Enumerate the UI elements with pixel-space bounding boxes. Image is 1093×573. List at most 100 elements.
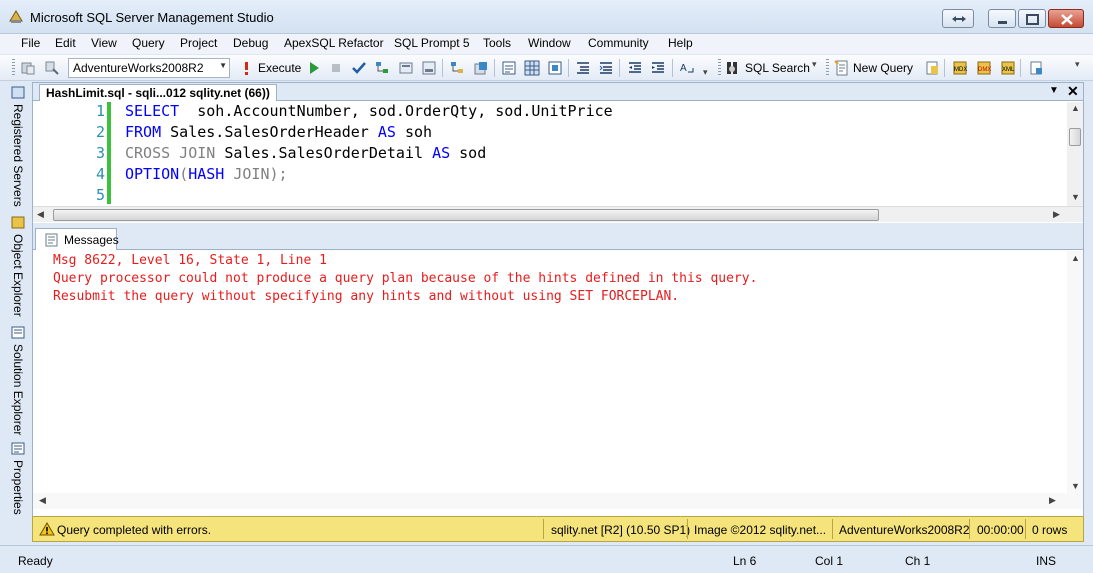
close-icon[interactable]: ✕ [1067, 83, 1079, 100]
results-to-text-icon[interactable] [501, 60, 517, 76]
sidebar-tab-properties[interactable]: Properties [8, 440, 30, 522]
connect-icon[interactable] [20, 60, 36, 76]
debug-play-icon[interactable] [306, 60, 322, 76]
analysis-services-xmla-icon[interactable]: XML [1000, 60, 1016, 76]
database-engine-query-icon[interactable] [924, 60, 940, 76]
scroll-down-icon[interactable]: ▼ [1071, 192, 1080, 202]
query-options-icon[interactable] [398, 60, 414, 76]
menu-window[interactable]: Window [528, 36, 571, 50]
menu-query[interactable]: Query [132, 36, 165, 50]
sql-search-button[interactable]: SQL Search [745, 61, 810, 75]
display-estimated-plan-icon[interactable] [374, 60, 390, 76]
code-token: soh [395, 123, 433, 141]
menu-file[interactable]: File [21, 36, 40, 50]
code-token: soh.AccountNumber, sod.OrderQty, sod.Uni… [179, 102, 613, 120]
sidebar-tab-object-explorer[interactable]: Object Explorer [8, 214, 30, 324]
toolbar-overflow-icon[interactable]: ▾ [1075, 59, 1080, 70]
stop-icon[interactable] [328, 60, 344, 76]
toolbar-grip[interactable] [12, 59, 15, 77]
sidebar-tab-solution-explorer[interactable]: Solution Explorer [8, 324, 30, 442]
toolbar-grip[interactable] [826, 59, 829, 77]
menu-tools[interactable]: Tools [483, 36, 511, 50]
toolbar-overflow-icon[interactable]: ▾ [703, 67, 708, 78]
increase-indent-icon[interactable] [650, 60, 666, 76]
menu-apexsql-refactor[interactable]: ApexSQL Refactor [284, 36, 384, 50]
status-ready: Ready [18, 554, 53, 568]
menu-community[interactable]: Community [588, 36, 649, 50]
code-line: FROM Sales.SalesOrderHeader AS soh [125, 123, 432, 144]
messages-horizontal-scrollbar[interactable]: ◀ ▶ [33, 493, 1083, 509]
editor-horizontal-scrollbar[interactable]: ◀ ▶ [33, 206, 1083, 222]
sidebar-tab-label: Solution Explorer [11, 344, 25, 436]
menu-view[interactable]: View [91, 36, 117, 50]
toolbar-overflow-icon[interactable]: ▾ [812, 59, 817, 70]
scroll-right-icon[interactable]: ▶ [1053, 209, 1060, 220]
new-query-icon[interactable] [834, 60, 850, 76]
tab-messages[interactable]: Messages [35, 228, 119, 250]
status-divider [969, 519, 970, 539]
menu-project[interactable]: Project [180, 36, 217, 50]
tab-hashlimit-sql[interactable]: HashLimit.sql - sqli...012 sqlity.net (6… [39, 84, 277, 101]
minimize-button[interactable] [988, 9, 1016, 28]
solution-explorer-icon [11, 326, 25, 339]
decrease-indent-icon[interactable] [627, 60, 643, 76]
editor-horizontal-scroll-thumb[interactable] [53, 209, 879, 221]
tool-window-strip: Registered Servers Object Explorer Solut… [8, 84, 30, 522]
new-query-button[interactable]: New Query [853, 61, 913, 75]
object-explorer-icon [11, 216, 25, 229]
toolbar-separator [494, 59, 495, 77]
scroll-left-icon[interactable]: ◀ [37, 209, 44, 220]
execute-icon[interactable] [238, 60, 254, 76]
maximize-button[interactable] [1018, 9, 1046, 28]
query-status-elapsed: 00:00:00 [977, 523, 1024, 537]
scroll-up-icon[interactable]: ▲ [1071, 103, 1080, 113]
query-status-user: Image ©2012 sqlity.net... [694, 523, 827, 537]
change-connection-icon[interactable] [44, 60, 60, 76]
uncomment-icon[interactable] [598, 60, 614, 76]
active-files-dropdown-icon[interactable]: ▼ [1049, 85, 1059, 96]
client-statistics-icon[interactable] [473, 60, 489, 76]
document-tab-bar: HashLimit.sql - sqli...012 sqlity.net (6… [33, 83, 1083, 101]
sql-search-icon[interactable] [725, 60, 741, 76]
document-area: HashLimit.sql - sqli...012 sqlity.net (6… [32, 82, 1084, 522]
close-button[interactable] [1048, 9, 1084, 28]
menu-sql-prompt[interactable]: SQL Prompt 5 [394, 36, 470, 50]
menu-edit[interactable]: Edit [55, 36, 76, 50]
messages-vertical-scrollbar[interactable]: ▲ ▼ [1067, 251, 1083, 497]
execute-button[interactable]: Execute [258, 61, 301, 75]
scroll-down-icon[interactable]: ▼ [1071, 481, 1080, 491]
editor-vertical-scrollbar[interactable]: ▲ ▼ [1067, 102, 1083, 206]
ssms-app-icon [9, 10, 23, 23]
menu-help[interactable]: Help [668, 36, 693, 50]
specify-template-values-icon[interactable]: A [679, 60, 695, 76]
results-to-file-icon[interactable] [547, 60, 563, 76]
analysis-services-dmx-icon[interactable]: DMX [976, 60, 992, 76]
database-dropdown[interactable]: AdventureWorks2008R2 ▼ [68, 58, 230, 78]
messages-pane[interactable]: Msg 8622, Level 16, State 1, Line 1 Quer… [33, 251, 1083, 497]
results-to-grid-icon[interactable] [524, 60, 540, 76]
svg-text:DMX: DMX [978, 67, 991, 73]
parse-checkmark-icon[interactable] [351, 60, 367, 76]
keyword: OPTION [125, 165, 180, 183]
sql-compact-query-icon[interactable] [1028, 60, 1044, 76]
menu-debug[interactable]: Debug [233, 36, 268, 50]
scroll-left-icon[interactable]: ◀ [39, 495, 46, 506]
code-text[interactable]: SELECT soh.AccountNumber, sod.OrderQty, … [125, 102, 613, 210]
comment-out-icon[interactable] [575, 60, 591, 76]
analysis-services-mdx-icon[interactable]: MDX [952, 60, 968, 76]
toolbar-grip[interactable] [718, 59, 721, 77]
intellisense-icon[interactable] [421, 60, 437, 76]
tab-title: HashLimit.sql - sqli...012 sqlity.net (6… [46, 86, 270, 100]
toolbar-separator [619, 59, 620, 77]
query-editor[interactable]: 1 2 3 4 5 SELECT soh.AccountNumber, sod.… [33, 102, 1083, 206]
editor-vertical-scroll-thumb[interactable] [1069, 128, 1081, 146]
line-number: 3 [95, 144, 105, 162]
status-line: Ln 6 [733, 554, 757, 568]
scroll-right-icon[interactable]: ▶ [1049, 495, 1056, 506]
scroll-up-icon[interactable]: ▲ [1071, 253, 1080, 263]
include-actual-plan-icon[interactable] [449, 60, 465, 76]
restore-window-icon[interactable] [942, 9, 974, 28]
sidebar-tab-registered-servers[interactable]: Registered Servers [8, 84, 30, 212]
messages-icon [45, 233, 58, 247]
keyword: AS [377, 123, 396, 141]
